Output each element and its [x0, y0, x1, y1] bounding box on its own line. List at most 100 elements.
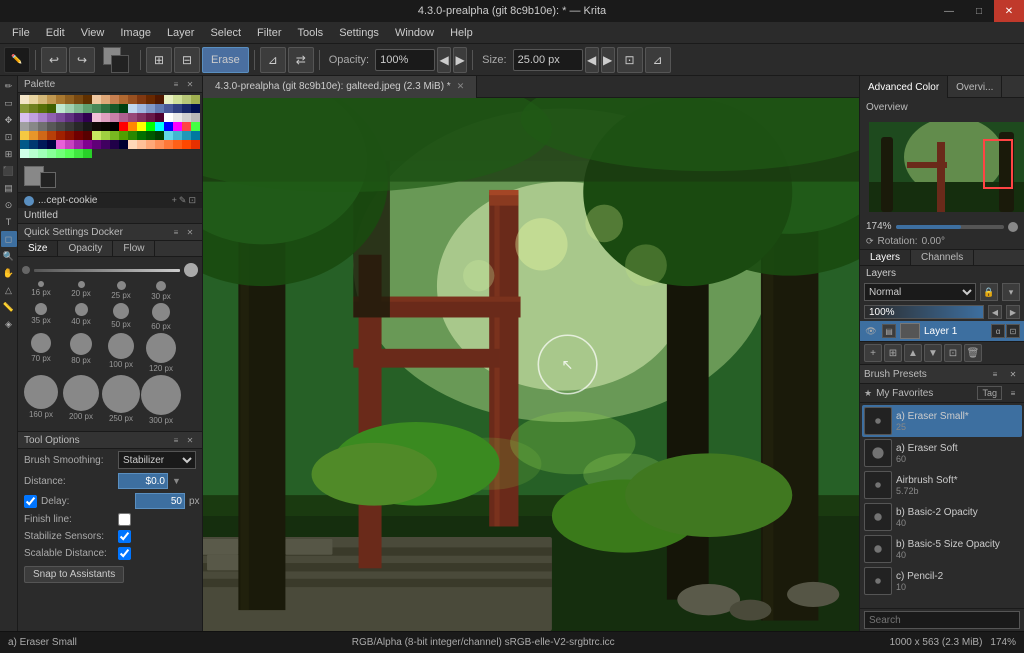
palette-swatch-29[interactable] — [101, 104, 110, 113]
palette-header[interactable]: Palette ≡ ✕ — [18, 76, 202, 93]
palette-swatch-13[interactable] — [137, 95, 146, 104]
menu-file[interactable]: File — [4, 25, 38, 41]
palette-swatch-120[interactable] — [20, 149, 29, 158]
transform-btn[interactable]: ⊿ — [260, 47, 286, 73]
palette-swatch-116[interactable] — [164, 140, 173, 149]
opacity-down-btn-2[interactable]: ◀ — [988, 305, 1002, 319]
delete-layer-btn[interactable]: 🗑 — [964, 344, 982, 362]
tool-gradient[interactable]: ▤ — [1, 180, 17, 196]
qs-size-item-7[interactable]: 60 px — [142, 303, 180, 331]
group-layer-btn[interactable]: ⊞ — [884, 344, 902, 362]
palette-swatch-106[interactable] — [74, 140, 83, 149]
scalable-distance-checkbox[interactable] — [118, 547, 131, 560]
qs-size-item-11[interactable]: 120 px — [142, 333, 180, 373]
palette-swatch-99[interactable] — [191, 131, 200, 140]
menu-help[interactable]: Help — [442, 25, 481, 41]
blend-mode-select[interactable]: Normal Multiply Screen Overlay — [864, 283, 976, 301]
undo-button[interactable]: ↩ — [41, 47, 67, 73]
qs-size-item-14[interactable]: 250 px — [102, 375, 140, 425]
palette-swatch-44[interactable] — [56, 113, 65, 122]
palette-swatch-66[interactable] — [74, 122, 83, 131]
menu-settings[interactable]: Settings — [331, 25, 387, 41]
palette-swatch-56[interactable] — [164, 113, 173, 122]
palette-swatch-7[interactable] — [83, 95, 92, 104]
palette-options-btn[interactable]: ⊡ — [188, 195, 196, 206]
canvas-tab-main[interactable]: 4.3.0-prealpha (git 8c9b10e): galteed.jp… — [203, 76, 477, 98]
delay-checkbox[interactable] — [24, 495, 37, 508]
palette-swatch-27[interactable] — [83, 104, 92, 113]
palette-swatch-108[interactable] — [92, 140, 101, 149]
palette-swatch-104[interactable] — [56, 140, 65, 149]
tool-text[interactable]: T — [1, 214, 17, 230]
palette-swatch-41[interactable] — [29, 113, 38, 122]
palette-swatch-114[interactable] — [146, 140, 155, 149]
palette-swatch-101[interactable] — [29, 140, 38, 149]
palette-swatch-100[interactable] — [20, 140, 29, 149]
zoom-slider[interactable] — [896, 225, 1004, 229]
palette-swatch-72[interactable] — [128, 122, 137, 131]
duplicate-layer-btn[interactable]: ⊡ — [944, 344, 962, 362]
palette-swatch-57[interactable] — [173, 113, 182, 122]
qs-close-btn[interactable]: ✕ — [184, 226, 196, 238]
canvas-painting[interactable]: ↖ — [203, 98, 859, 631]
zoom-reset-btn[interactable] — [1008, 222, 1018, 232]
qs-size-item-1[interactable]: 20 px — [62, 281, 100, 301]
tablet-btn[interactable]: ⊡ — [617, 47, 643, 73]
move-layer-up-btn[interactable]: ▲ — [904, 344, 922, 362]
palette-swatch-9[interactable] — [101, 95, 110, 104]
menu-tools[interactable]: Tools — [290, 25, 332, 41]
delay-input[interactable] — [135, 493, 185, 509]
palette-swatch-50[interactable] — [110, 113, 119, 122]
palette-swatch-52[interactable] — [128, 113, 137, 122]
palette-swatch-88[interactable] — [92, 131, 101, 140]
menu-window[interactable]: Window — [387, 25, 442, 41]
palette-swatch-125[interactable] — [65, 149, 74, 158]
qs-size-item-4[interactable]: 35 px — [22, 303, 60, 331]
palette-swatch-80[interactable] — [20, 131, 29, 140]
qs-size-item-2[interactable]: 25 px — [102, 281, 140, 301]
palette-swatch-117[interactable] — [173, 140, 182, 149]
palette-swatch-64[interactable] — [56, 122, 65, 131]
bp-search-input[interactable] — [864, 611, 1020, 629]
palette-swatch-65[interactable] — [65, 122, 74, 131]
size-up-btn[interactable]: ▶ — [601, 47, 615, 73]
palette-swatch-90[interactable] — [110, 131, 119, 140]
opacity-input[interactable] — [375, 49, 435, 71]
palette-swatch-30[interactable] — [110, 104, 119, 113]
palette-swatch-11[interactable] — [119, 95, 128, 104]
palette-swatch-68[interactable] — [92, 122, 101, 131]
palette-swatch-73[interactable] — [137, 122, 146, 131]
palette-swatch-122[interactable] — [38, 149, 47, 158]
view-btn-1[interactable]: ⊞ — [146, 47, 172, 73]
palette-swatch-54[interactable] — [146, 113, 155, 122]
menu-image[interactable]: Image — [112, 25, 159, 41]
angle-btn[interactable]: ⊿ — [645, 47, 671, 73]
qs-tab-opacity[interactable]: Opacity — [58, 241, 113, 256]
palette-swatch-111[interactable] — [119, 140, 128, 149]
menu-layer[interactable]: Layer — [159, 25, 203, 41]
palette-swatch-49[interactable] — [101, 113, 110, 122]
tool-options-header[interactable]: Tool Options ≡ ✕ — [18, 432, 202, 449]
bp-item-4[interactable]: b) Basic-5 Size Opacity40 — [862, 533, 1022, 565]
palette-swatch-43[interactable] — [47, 113, 56, 122]
bp-item-3[interactable]: b) Basic-2 Opacity40 — [862, 501, 1022, 533]
qs-size-item-13[interactable]: 200 px — [62, 375, 100, 425]
maximize-button[interactable]: □ — [964, 0, 994, 22]
palette-swatch-37[interactable] — [173, 104, 182, 113]
background-color[interactable] — [111, 55, 129, 73]
palette-swatch-21[interactable] — [29, 104, 38, 113]
palette-swatch-51[interactable] — [119, 113, 128, 122]
palette-swatch-40[interactable] — [20, 113, 29, 122]
palette-swatch-85[interactable] — [65, 131, 74, 140]
palette-swatch-92[interactable] — [128, 131, 137, 140]
palette-swatch-12[interactable] — [128, 95, 137, 104]
tool-fill[interactable]: ⬛ — [1, 163, 17, 179]
size-input[interactable] — [513, 49, 583, 71]
palette-swatch-109[interactable] — [101, 140, 110, 149]
palette-swatch-94[interactable] — [146, 131, 155, 140]
bp-item-1[interactable]: a) Eraser Soft60 — [862, 437, 1022, 469]
minimize-button[interactable]: — — [934, 0, 964, 22]
palette-swatch-63[interactable] — [47, 122, 56, 131]
tool-crop[interactable]: ⊞ — [1, 146, 17, 162]
tool-color-picker[interactable]: ⊙ — [1, 197, 17, 213]
